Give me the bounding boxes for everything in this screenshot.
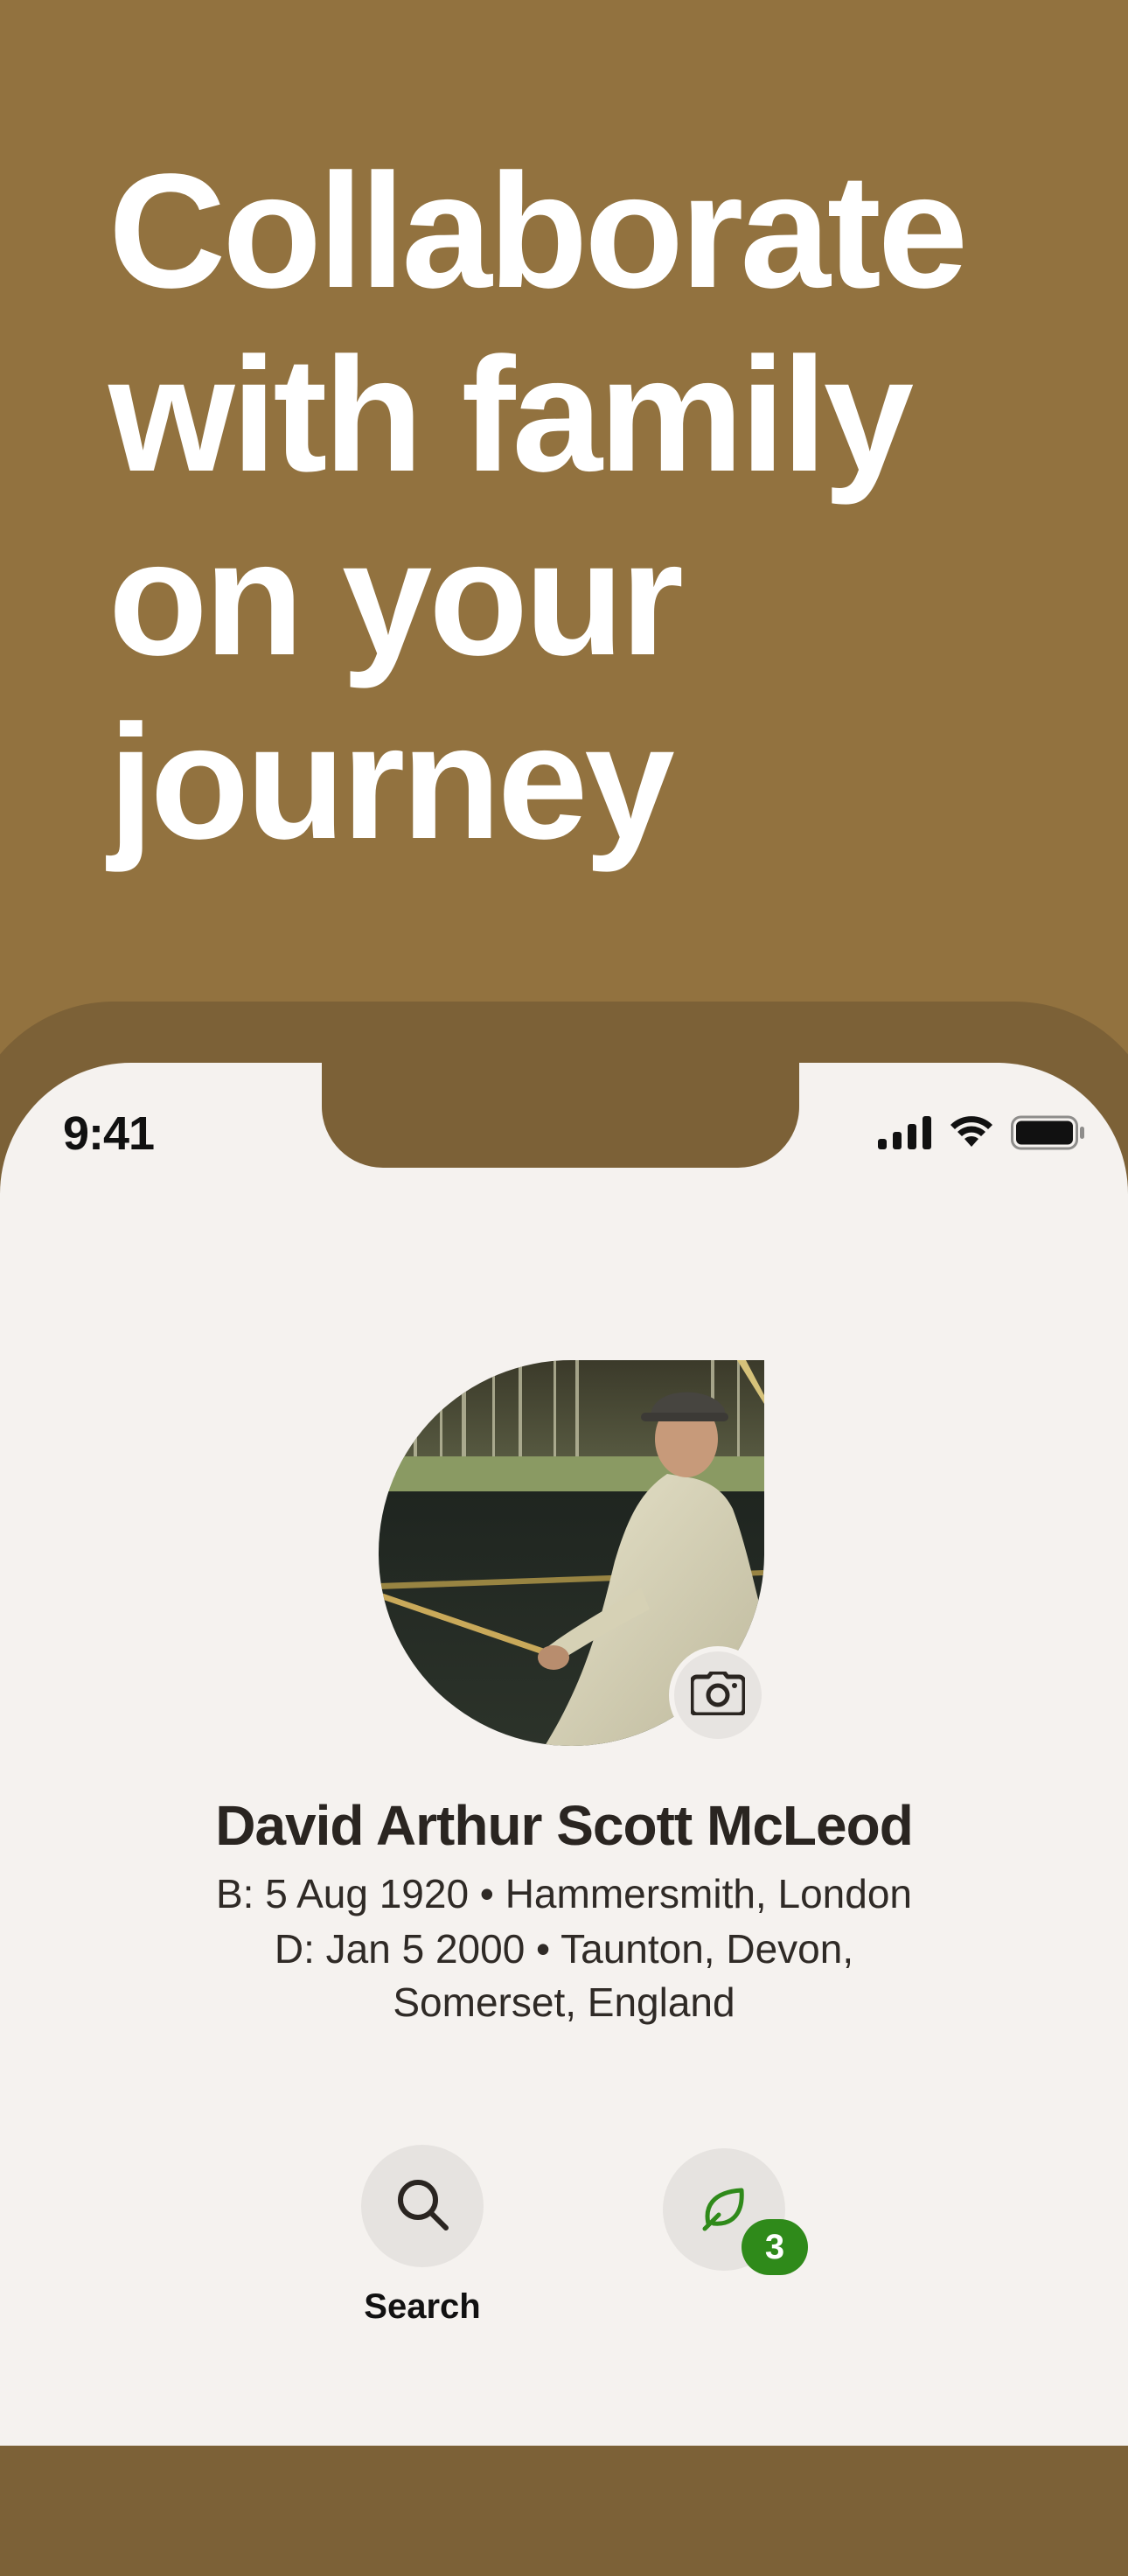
- change-photo-button[interactable]: [669, 1646, 767, 1744]
- person-name: David Arthur Scott McLeod: [215, 1794, 914, 1857]
- birth-details: B: 5 Aug 1920 • Hammersmith, London: [216, 1871, 912, 1916]
- search-label: Search: [364, 2287, 481, 2326]
- hints-count-badge: 3: [742, 2219, 808, 2275]
- leaf-icon: [700, 2183, 749, 2237]
- status-time: 9:41: [63, 1107, 155, 1160]
- headline-line: with family: [108, 325, 914, 506]
- death-details: D: Jan 5 2000 • Taunton, Devon,: [274, 1926, 854, 1972]
- camera-icon: [689, 1670, 747, 1720]
- headline-line: journey: [108, 692, 675, 873]
- profile-photo-container: [379, 1360, 767, 1746]
- wifi-icon: [948, 1115, 995, 1150]
- status-icons: [878, 1115, 1086, 1150]
- headline-line: Collaborate: [108, 141, 968, 322]
- headline: Collaborate with family on your journey: [108, 140, 1070, 875]
- phone-screen: 9:41 David Arthur Scott McLeod B: 5 Aug …: [0, 1063, 1128, 2446]
- magnifier-icon: [393, 2175, 451, 2237]
- device-notch: [322, 1063, 799, 1168]
- search-button[interactable]: [361, 2145, 484, 2267]
- battery-icon: [1011, 1115, 1086, 1150]
- cellular-signal-icon: [878, 1116, 932, 1149]
- headline-line: on your: [108, 508, 684, 689]
- death-details-continued: Somerset, England: [393, 1979, 735, 2025]
